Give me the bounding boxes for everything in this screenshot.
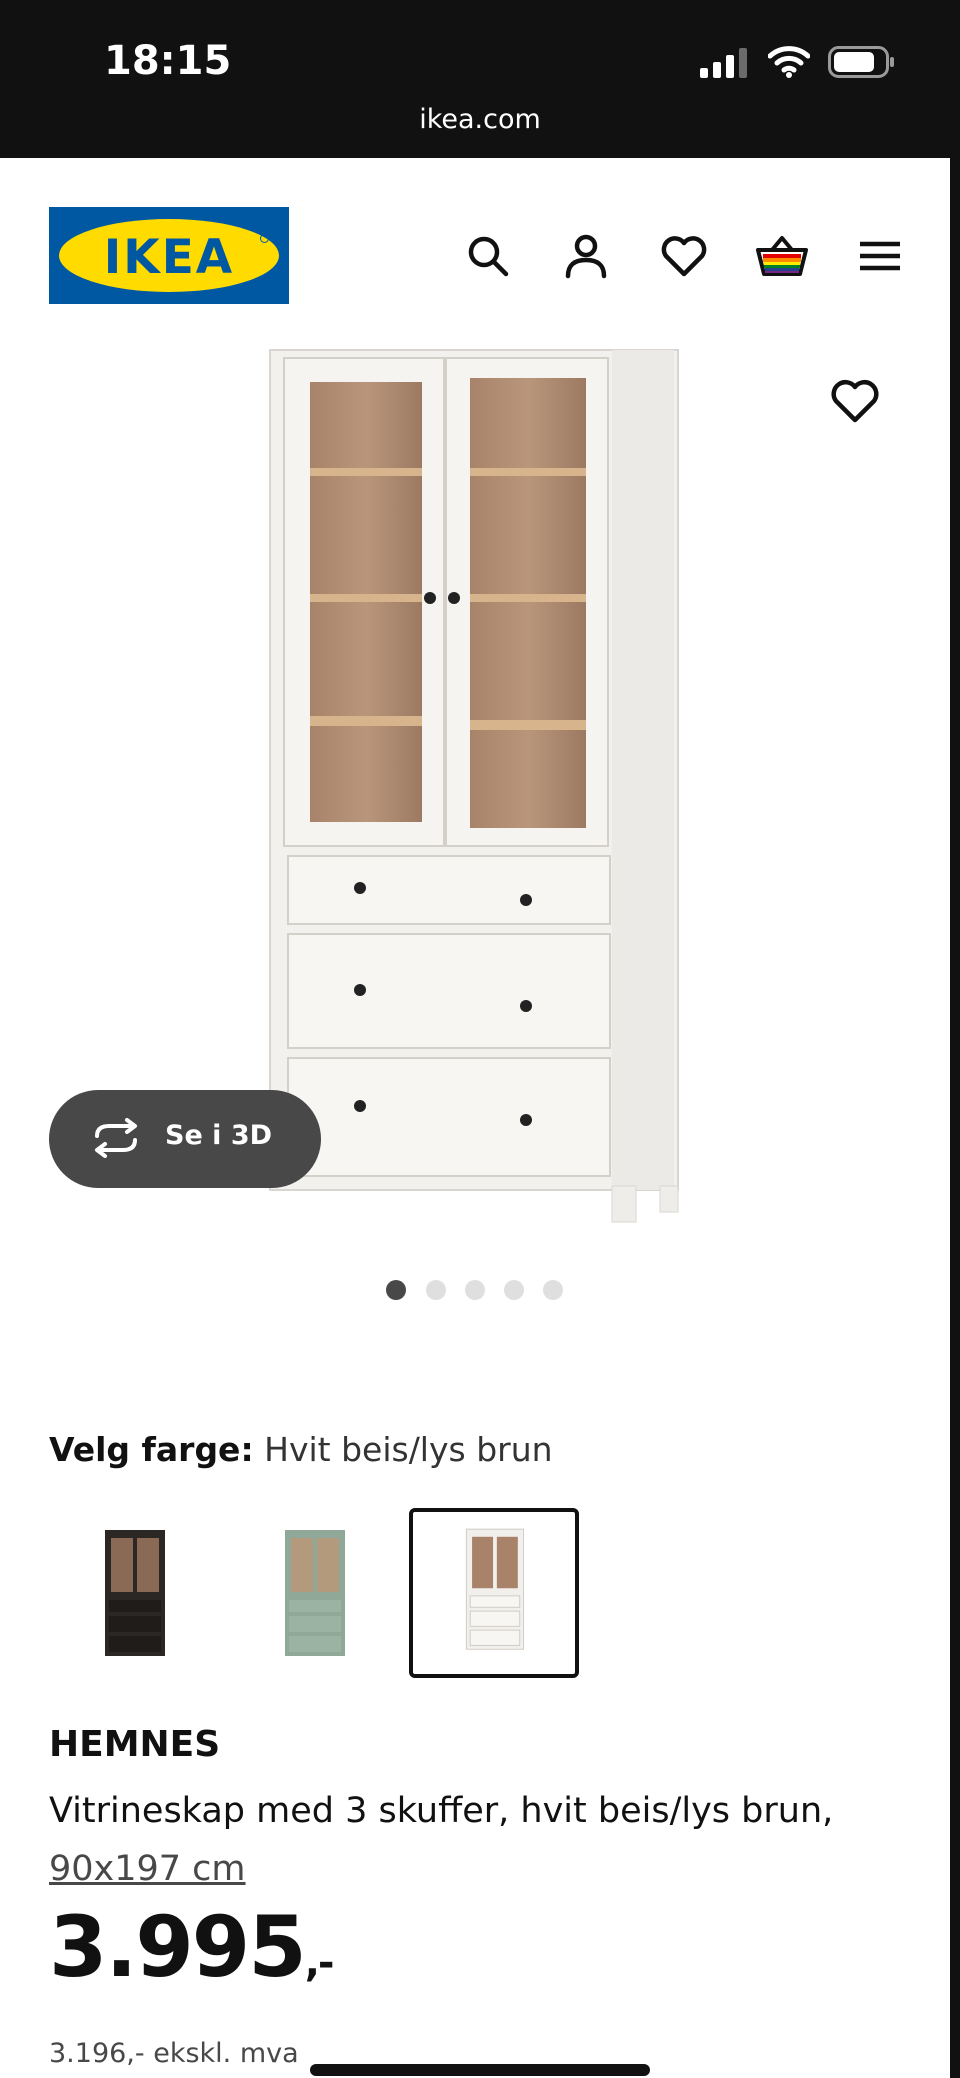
registered-mark	[260, 234, 269, 243]
price-amount: 3.995	[49, 1898, 307, 1996]
rotate-3d-icon	[95, 1118, 137, 1158]
color-swatch-black-brown[interactable]	[49, 1508, 219, 1678]
product-page: IKEA Se i 3D Velg farge: Hvit beis/lys b…	[0, 158, 950, 2078]
basket-icon[interactable]	[754, 228, 810, 284]
color-selection-label: Velg farge: Hvit beis/lys brun	[49, 1430, 553, 1469]
product-description: Vitrineskap med 3 skuffer, hvit beis/lys…	[49, 1782, 919, 1898]
price-ex-vat: 3.196,- ekskl. mva	[49, 2038, 299, 2069]
carousel-dot-5[interactable]	[543, 1280, 563, 1300]
home-indicator[interactable]	[310, 2064, 650, 2076]
user-icon[interactable]	[558, 228, 614, 284]
browser-edge	[950, 158, 960, 2078]
add-to-wishlist-icon[interactable]	[826, 372, 884, 430]
carousel-dot-3[interactable]	[465, 1280, 485, 1300]
cellular-signal-icon	[700, 48, 747, 78]
menu-icon[interactable]	[852, 228, 908, 284]
color-swatch-white-stain[interactable]	[409, 1508, 579, 1678]
carousel-dot-1[interactable]	[386, 1280, 406, 1300]
price-suffix: ,-	[304, 1940, 335, 1986]
image-carousel-dots	[386, 1280, 576, 1302]
product-description-text: Vitrineskap med 3 skuffer, hvit beis/lys…	[49, 1791, 834, 1831]
heart-icon[interactable]	[656, 228, 712, 284]
logo-text: IKEA	[103, 230, 235, 285]
view-in-3d-label: Se i 3D	[165, 1120, 273, 1151]
status-time: 18:15	[104, 38, 232, 84]
carousel-dot-4[interactable]	[504, 1280, 524, 1300]
status-bar: 18:15 ikea.com	[0, 0, 960, 158]
battery-icon	[828, 46, 894, 78]
product-size-link[interactable]: 90x197 cm	[49, 1849, 246, 1889]
product-image[interactable]	[262, 346, 692, 1226]
color-swatch-grey-green[interactable]	[229, 1508, 399, 1678]
color-label-value: Hvit beis/lys brun	[264, 1430, 553, 1469]
search-icon[interactable]	[460, 228, 516, 284]
wifi-icon	[768, 46, 810, 78]
address-bar-url[interactable]: ikea.com	[0, 104, 960, 135]
ikea-logo[interactable]: IKEA	[49, 207, 289, 304]
view-in-3d-button[interactable]: Se i 3D	[49, 1090, 321, 1188]
carousel-dot-2[interactable]	[426, 1280, 446, 1300]
color-label-key: Velg farge:	[49, 1430, 254, 1469]
product-brand: HEMNES	[49, 1724, 221, 1765]
product-price: 3.995,-	[49, 1898, 335, 1996]
